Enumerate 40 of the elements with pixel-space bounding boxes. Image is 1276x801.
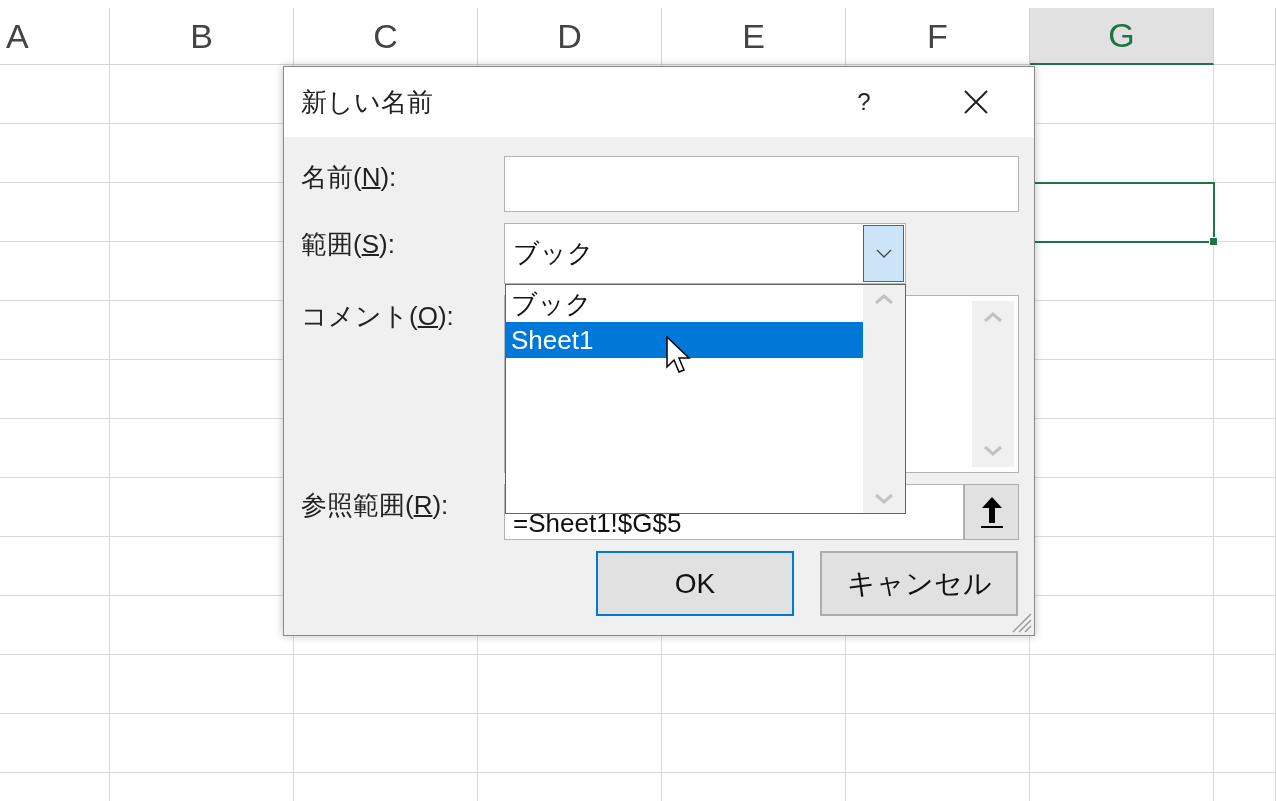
dialog-button[interactable]: OK xyxy=(596,551,794,616)
sheet-cell xyxy=(1214,242,1276,301)
column-header[interactable]: G xyxy=(1030,8,1214,65)
scroll-up-icon[interactable] xyxy=(983,311,1003,323)
scope-dropdown[interactable]: ブック xyxy=(504,223,906,284)
column-header[interactable]: A xyxy=(0,8,110,65)
dialog-title: 新しい名前 xyxy=(301,85,434,119)
sheet-cell xyxy=(1214,301,1276,360)
field-label: 名前(N): xyxy=(301,161,398,194)
sheet-cell xyxy=(1214,419,1276,478)
sheet-cell xyxy=(1214,596,1276,655)
column-header[interactable]: F xyxy=(846,8,1030,65)
column-header[interactable]: D xyxy=(478,8,662,65)
scroll-down-icon[interactable] xyxy=(983,445,1003,457)
column-header[interactable] xyxy=(1214,8,1276,65)
close-icon xyxy=(964,90,988,114)
sheet-cell xyxy=(1214,124,1276,183)
sheet-cell xyxy=(1214,714,1276,773)
dialog-button[interactable]: キャンセル xyxy=(820,551,1018,616)
help-button[interactable]: ? xyxy=(844,88,884,116)
fill-handle[interactable] xyxy=(1209,237,1218,246)
field-label: コメント(O): xyxy=(301,300,455,333)
scroll-down-icon[interactable] xyxy=(874,493,894,505)
dropdown-option[interactable]: ブック xyxy=(506,286,863,322)
column-header[interactable]: C xyxy=(294,8,478,65)
up-arrow-icon xyxy=(978,495,1005,529)
scroll-up-icon[interactable] xyxy=(874,293,894,305)
mouse-pointer-icon xyxy=(666,336,692,376)
sheet-cell xyxy=(1214,655,1276,714)
chevron-down-icon xyxy=(875,248,892,259)
sheet-cell xyxy=(1214,65,1276,124)
column-header[interactable]: B xyxy=(110,8,294,65)
sheet-cell xyxy=(1214,360,1276,419)
field-label: 参照範囲(R): xyxy=(301,489,450,522)
sheet-cell xyxy=(1214,537,1276,596)
name-field[interactable] xyxy=(504,156,1019,212)
collapse-button[interactable] xyxy=(964,484,1019,540)
sheet-cell xyxy=(1214,478,1276,537)
column-header[interactable]: E xyxy=(662,8,846,65)
field-label: 範囲(S): xyxy=(301,228,396,261)
